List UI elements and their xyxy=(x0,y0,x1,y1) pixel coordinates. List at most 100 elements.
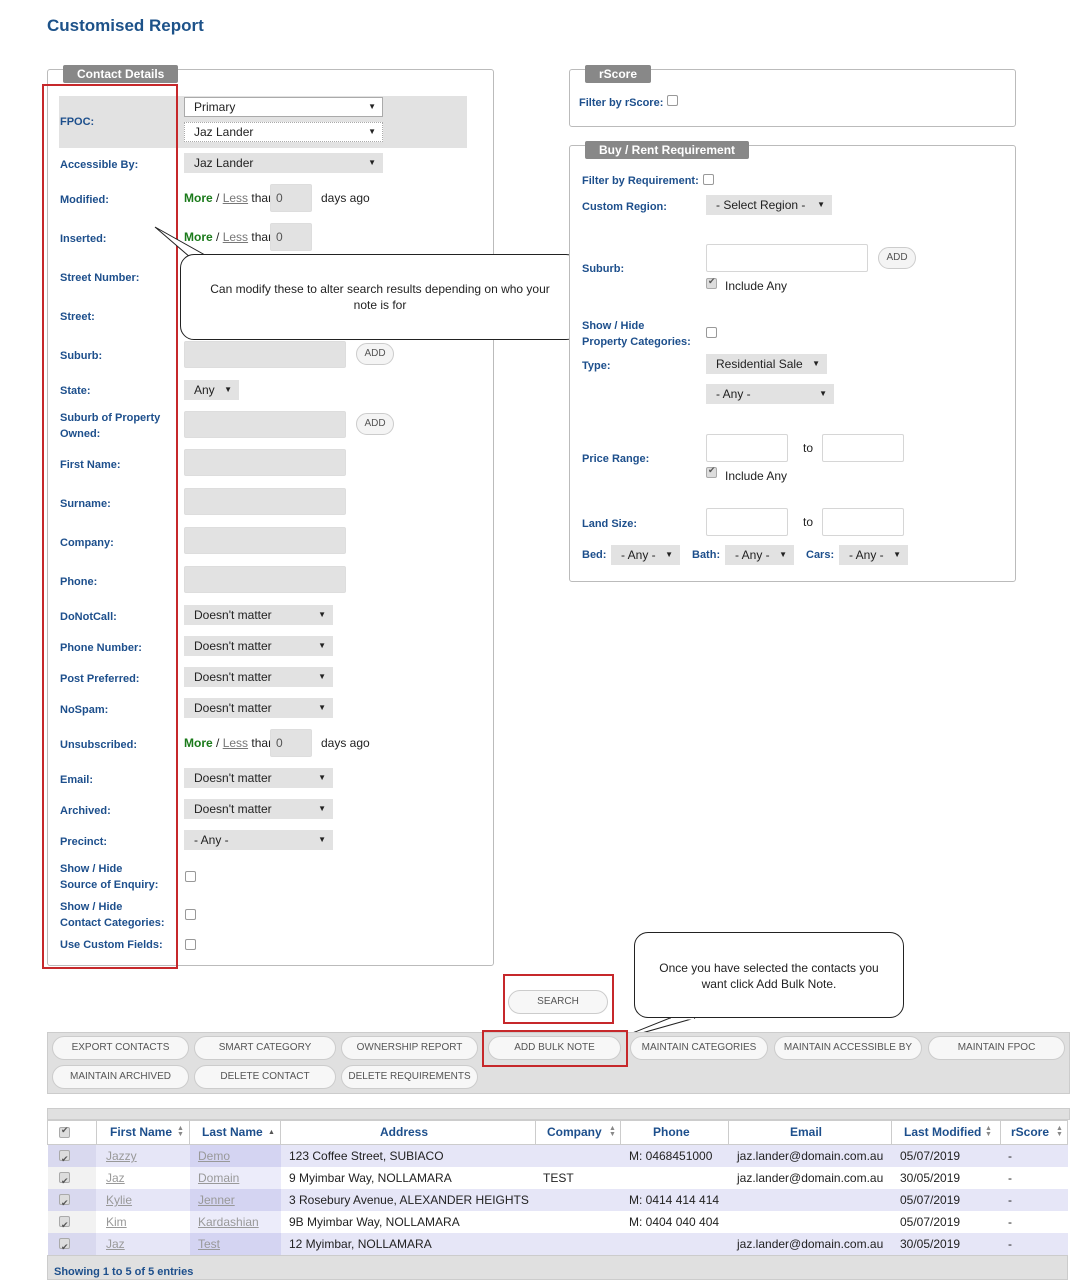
br-suburb-include-checkbox[interactable] xyxy=(706,276,717,289)
more-link[interactable]: More xyxy=(184,736,213,750)
address-cell: 123 Coffee Street, SUBIACO xyxy=(289,1149,444,1163)
surname-input[interactable] xyxy=(184,488,346,515)
custom-fields-checkbox[interactable] xyxy=(185,939,196,950)
chevron-down-icon: ▼ xyxy=(318,773,326,782)
precinct-select[interactable]: - Any - ▼ xyxy=(184,830,333,850)
unsubscribed-days-input[interactable]: 0 xyxy=(270,729,312,757)
donotcall-value: Doesn't matter xyxy=(194,608,272,622)
table-row[interactable]: Jazzy Demo 123 Coffee Street, SUBIACO M: 04… xyxy=(48,1145,1068,1170)
less-link[interactable]: Less xyxy=(223,230,248,244)
row-checkbox[interactable] xyxy=(59,1236,70,1258)
suburb-add-button[interactable]: ADD xyxy=(356,343,394,365)
price-include-checkbox[interactable] xyxy=(706,465,717,478)
first-name-link[interactable]: Kim xyxy=(106,1211,127,1233)
export-contacts-button[interactable]: EXPORT CONTACTS xyxy=(52,1036,189,1060)
select-all-checkbox[interactable] xyxy=(59,1125,70,1138)
row-checkbox[interactable] xyxy=(59,1214,70,1236)
bed-value: - Any - xyxy=(621,548,656,562)
bed-select[interactable]: - Any - ▼ xyxy=(611,545,680,565)
last-name-link[interactable]: Domain xyxy=(198,1167,239,1189)
row-checkbox[interactable] xyxy=(59,1148,70,1170)
br-suburb-add-button[interactable]: ADD xyxy=(878,247,916,269)
table-row[interactable]: Jaz Test 12 Myimbar, NOLLAMARA jaz.lander@d… xyxy=(48,1233,1068,1258)
col-email[interactable]: Email xyxy=(790,1121,822,1144)
first-name-link[interactable]: Jazzy xyxy=(106,1145,137,1167)
col-address[interactable]: Address xyxy=(380,1121,428,1144)
nospam-value: Doesn't matter xyxy=(194,701,272,715)
chevron-down-icon: ▼ xyxy=(318,610,326,619)
maintain-categories-button[interactable]: MAINTAIN CATEGORIES xyxy=(630,1036,768,1060)
rscore-cell: - xyxy=(1008,1171,1012,1185)
suburb-owned-add-button[interactable]: ADD xyxy=(356,413,394,435)
first-name-input[interactable] xyxy=(184,449,346,476)
type-sub-value: - Any - xyxy=(716,387,751,401)
phone-input[interactable] xyxy=(184,566,346,593)
more-link[interactable]: More xyxy=(184,191,213,205)
last-name-link[interactable]: Kardashian xyxy=(198,1211,259,1233)
accessible-by-select[interactable]: Jaz Lander ▼ xyxy=(184,153,383,173)
first-name-link[interactable]: Jaz xyxy=(106,1233,125,1255)
address-cell: 9B Myimbar Way, NOLLAMARA xyxy=(289,1215,460,1229)
first-name-link[interactable]: Kylie xyxy=(106,1189,132,1211)
precinct-value: - Any - xyxy=(194,833,229,847)
col-phone[interactable]: Phone xyxy=(653,1121,690,1144)
cars-label: Cars: xyxy=(806,549,835,561)
email-select[interactable]: Doesn't matter ▼ xyxy=(184,768,333,788)
land-min-input[interactable] xyxy=(706,508,788,536)
company-cell: TEST xyxy=(543,1171,574,1185)
last-name-link[interactable]: Test xyxy=(198,1233,220,1255)
col-last-modified[interactable]: Last Modified xyxy=(904,1121,981,1144)
less-link[interactable]: Less xyxy=(223,191,248,205)
maintain-fpoc-button[interactable]: MAINTAIN FPOC xyxy=(928,1036,1065,1060)
land-max-input[interactable] xyxy=(822,508,904,536)
last-name-link[interactable]: Demo xyxy=(198,1145,230,1167)
type-sub-select[interactable]: - Any - ▼ xyxy=(706,384,834,404)
price-max-input[interactable] xyxy=(822,434,904,462)
search-button[interactable]: SEARCH xyxy=(508,990,608,1014)
smart-category-button[interactable]: SMART CATEGORY xyxy=(194,1036,336,1060)
phone-number-select[interactable]: Doesn't matter ▼ xyxy=(184,636,333,656)
less-link[interactable]: Less xyxy=(223,736,248,750)
rscore-filter-checkbox[interactable] xyxy=(667,95,678,106)
row-checkbox[interactable] xyxy=(59,1170,70,1192)
col-first-name[interactable]: First Name xyxy=(110,1121,172,1144)
custom-region-select[interactable]: - Select Region - ▼ xyxy=(706,195,832,215)
ownership-report-button[interactable]: OWNERSHIP REPORT xyxy=(341,1036,478,1060)
price-min-input[interactable] xyxy=(706,434,788,462)
table-row[interactable]: Kim Kardashian 9B Myimbar Way, NOLLAMARA M:… xyxy=(48,1211,1068,1236)
company-input[interactable] xyxy=(184,527,346,554)
type-label: Type: xyxy=(582,360,611,372)
delete-contact-button[interactable]: DELETE CONTACT xyxy=(194,1065,336,1089)
bath-select[interactable]: - Any - ▼ xyxy=(725,545,794,565)
row-checkbox[interactable] xyxy=(59,1192,70,1214)
archived-select[interactable]: Doesn't matter ▼ xyxy=(184,799,333,819)
donotcall-select[interactable]: Doesn't matter ▼ xyxy=(184,605,333,625)
post-preferred-select[interactable]: Doesn't matter ▼ xyxy=(184,667,333,687)
requirement-filter-checkbox[interactable] xyxy=(703,174,714,185)
inserted-days-input[interactable]: 0 xyxy=(270,223,312,251)
suburb-input[interactable] xyxy=(184,341,346,368)
last-name-link[interactable]: Jenner xyxy=(198,1189,235,1211)
col-rscore[interactable]: rScore xyxy=(1011,1121,1049,1144)
contact-categories-checkbox[interactable] xyxy=(185,909,196,920)
maintain-accessible-by-button[interactable]: MAINTAIN ACCESSIBLE BY xyxy=(774,1036,922,1060)
col-last-name[interactable]: Last Name xyxy=(202,1121,263,1144)
fpoc-user-select[interactable]: Jaz Lander ▼ xyxy=(184,122,383,142)
col-company[interactable]: Company xyxy=(547,1121,602,1144)
first-name-link[interactable]: Jaz xyxy=(106,1167,125,1189)
delete-requirements-button[interactable]: DELETE REQUIREMENTS xyxy=(341,1065,478,1089)
nospam-select[interactable]: Doesn't matter ▼ xyxy=(184,698,333,718)
table-row[interactable]: Jaz Domain 9 Myimbar Way, NOLLAMARA TEST jaz… xyxy=(48,1167,1068,1192)
br-suburb-input[interactable] xyxy=(706,244,868,272)
property-categories-checkbox[interactable] xyxy=(706,327,717,338)
maintain-archived-button[interactable]: MAINTAIN ARCHIVED xyxy=(52,1065,189,1089)
modified-days-input[interactable]: 0 xyxy=(270,184,312,212)
source-of-enquiry-checkbox[interactable] xyxy=(185,871,196,882)
fpoc-type-select[interactable]: Primary ▼ xyxy=(184,97,383,117)
state-select[interactable]: Any ▼ xyxy=(184,380,239,400)
table-row[interactable]: Kylie Jenner 3 Rosebury Avenue, ALEXANDER … xyxy=(48,1189,1068,1214)
cars-select[interactable]: - Any - ▼ xyxy=(839,545,908,565)
chevron-down-icon: ▼ xyxy=(368,158,376,167)
suburb-owned-input[interactable] xyxy=(184,411,346,438)
type-select[interactable]: Residential Sale ▼ xyxy=(706,354,827,374)
